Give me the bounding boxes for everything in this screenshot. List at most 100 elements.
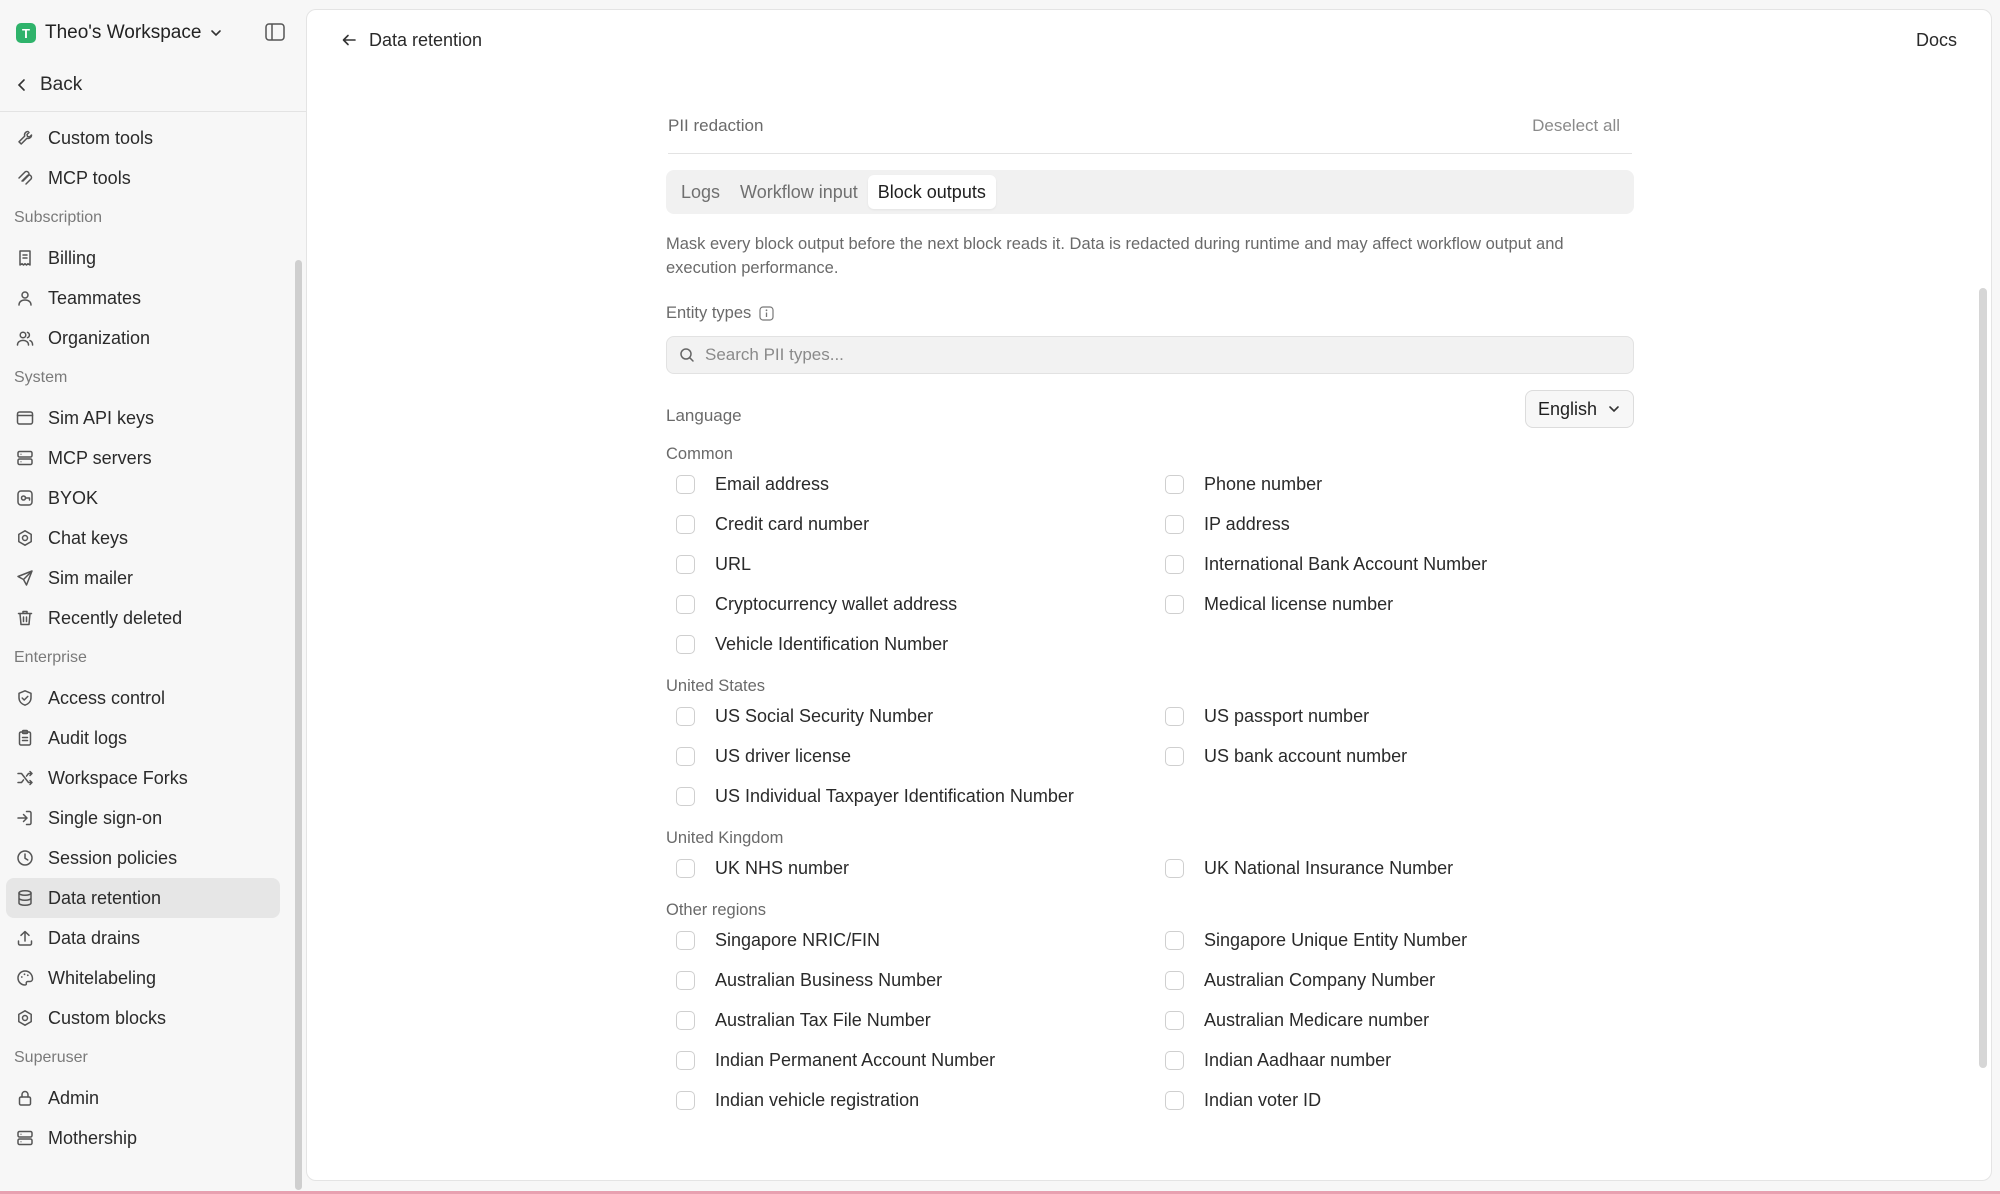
sidebar-item-chat-keys[interactable]: Chat keys [6,518,280,558]
main-scrollbar[interactable] [1979,288,1987,1068]
checkbox[interactable] [1165,970,1184,990]
entity-types-text: Entity types [666,304,752,322]
pii-option-australian-business-number[interactable]: Australian Business Number [676,967,942,993]
checkbox[interactable] [1165,594,1184,614]
sidebar-item-session-policies[interactable]: Session policies [6,838,280,878]
pii-search-field[interactable] [666,336,1634,374]
checkbox[interactable] [1165,1010,1184,1030]
pii-option-indian-voter-id[interactable]: Indian voter ID [1165,1087,1321,1113]
pii-option-australian-tax-file-number[interactable]: Australian Tax File Number [676,1007,931,1033]
pii-option-indian-permanent-account-number[interactable]: Indian Permanent Account Number [676,1047,995,1073]
info-icon[interactable] [759,306,774,321]
docs-link[interactable]: Docs [1916,30,1957,51]
pii-option-us-social-security-number[interactable]: US Social Security Number [676,703,933,729]
deselect-all-button[interactable]: Deselect all [1532,116,1620,136]
sidebar-item-byok[interactable]: BYOK [6,478,280,518]
checkbox[interactable] [1165,746,1184,766]
checkbox[interactable] [676,514,695,534]
sidebar-collapse-icon[interactable] [264,22,288,44]
checkbox[interactable] [1165,514,1184,534]
sidebar-item-label: Sim mailer [48,567,134,588]
checkbox[interactable] [1165,858,1184,878]
pii-option-us-individual-taxpayer-identification-number[interactable]: US Individual Taxpayer Identification Nu… [676,783,1074,809]
checkbox[interactable] [1165,1050,1184,1070]
sidebar-item-custom-blocks[interactable]: Custom blocks [6,998,280,1038]
sidebar-item-teammates[interactable]: Teammates [6,278,280,318]
sidebar-item-whitelabeling[interactable]: Whitelabeling [6,958,280,998]
pii-option-label: Australian Business Number [715,969,943,990]
sidebar-item-label: MCP servers [48,447,152,468]
pii-option-australian-medicare-number[interactable]: Australian Medicare number [1165,1007,1429,1033]
tab-block-outputs[interactable]: Block outputs [867,175,996,209]
checkbox[interactable] [1165,706,1184,726]
pii-option-cryptocurrency-wallet-address[interactable]: Cryptocurrency wallet address [676,591,957,617]
sidebar-item-mothership[interactable]: Mothership [6,1118,280,1158]
sidebar-section-subscription: Subscription [14,209,103,226]
sidebar-item-access-control[interactable]: Access control [6,678,280,718]
sidebar-item-admin[interactable]: Admin [6,1078,280,1118]
pii-option-singapore-nric-fin[interactable]: Singapore NRIC/FIN [676,927,880,953]
pii-option-email-address[interactable]: Email address [676,471,829,497]
checkbox[interactable] [1165,554,1184,574]
checkbox[interactable] [676,746,695,766]
tab-description: Mask every block output before the next … [666,232,1634,280]
checkbox[interactable] [676,1010,695,1030]
pii-header: PII redaction Deselect all [668,112,1632,154]
checkbox[interactable] [1165,474,1184,494]
pii-option-ip-address[interactable]: IP address [1165,511,1290,537]
pii-option-singapore-unique-entity-number[interactable]: Singapore Unique Entity Number [1165,927,1467,953]
checkbox[interactable] [676,634,695,654]
checkbox[interactable] [676,594,695,614]
sidebar-item-data-drains[interactable]: Data drains [6,918,280,958]
group-title-united-kingdom: United Kingdom [666,829,784,847]
sidebar-item-data-retention[interactable]: Data retention [6,878,280,918]
pii-option-indian-aadhaar-number[interactable]: Indian Aadhaar number [1165,1047,1391,1073]
checkbox[interactable] [1165,930,1184,950]
sidebar-item-mcp-servers[interactable]: MCP servers [6,438,280,478]
sidebar-item-audit-logs[interactable]: Audit logs [6,718,280,758]
tab-logs[interactable]: Logs [671,175,730,209]
sidebar-item-custom-tools[interactable]: Custom tools [6,118,280,158]
checkbox[interactable] [676,970,695,990]
pii-option-us-driver-license[interactable]: US driver license [676,743,851,769]
workspace-switcher[interactable]: T Theo's Workspace [16,18,223,48]
sidebar-item-single-sign-on[interactable]: Single sign-on [6,798,280,838]
pii-option-indian-vehicle-registration[interactable]: Indian vehicle registration [676,1087,919,1113]
pii-option-url[interactable]: URL [676,551,751,577]
pii-option-medical-license-number[interactable]: Medical license number [1165,591,1393,617]
sidebar-item-recently-deleted[interactable]: Recently deleted [6,598,280,638]
pii-option-international-bank-account-number[interactable]: International Bank Account Number [1165,551,1487,577]
sidebar-item-billing[interactable]: Billing [6,238,280,278]
sidebar-item-organization[interactable]: Organization [6,318,280,358]
pii-option-label: Phone number [1204,473,1323,494]
pii-option-australian-company-number[interactable]: Australian Company Number [1165,967,1435,993]
checkbox[interactable] [676,858,695,878]
arrow-left-icon[interactable] [341,32,357,48]
sidebar-item-workspace-forks[interactable]: Workspace Forks [6,758,280,798]
sidebar-scrollbar[interactable] [295,260,302,1190]
checkbox[interactable] [1165,1090,1184,1110]
checkbox[interactable] [676,930,695,950]
checkbox[interactable] [676,1050,695,1070]
checkbox[interactable] [676,786,695,806]
pii-search-input[interactable] [705,345,1585,365]
sidebar-item-sim-mailer[interactable]: Sim mailer [6,558,280,598]
tab-workflow-input[interactable]: Workflow input [730,175,868,209]
pii-option-phone-number[interactable]: Phone number [1165,471,1322,497]
sidebar-item-sim-api-keys[interactable]: Sim API keys [6,398,280,438]
checkbox[interactable] [676,554,695,574]
pii-option-uk-nhs-number[interactable]: UK NHS number [676,855,849,881]
pii-option-credit-card-number[interactable]: Credit card number [676,511,869,537]
pii-option-us-bank-account-number[interactable]: US bank account number [1165,743,1407,769]
checkbox[interactable] [676,706,695,726]
browser-icon [16,409,34,427]
sidebar-item-label: Chat keys [48,527,129,548]
language-select[interactable]: English [1524,390,1634,428]
checkbox[interactable] [676,1090,695,1110]
pii-option-vehicle-identification-number[interactable]: Vehicle Identification Number [676,631,948,657]
back-button[interactable]: Back [16,70,82,100]
pii-option-us-passport-number[interactable]: US passport number [1165,703,1369,729]
checkbox[interactable] [676,474,695,494]
pii-option-uk-national-insurance-number[interactable]: UK National Insurance Number [1165,855,1453,881]
sidebar-item-mcp-tools[interactable]: MCP tools [6,158,280,198]
